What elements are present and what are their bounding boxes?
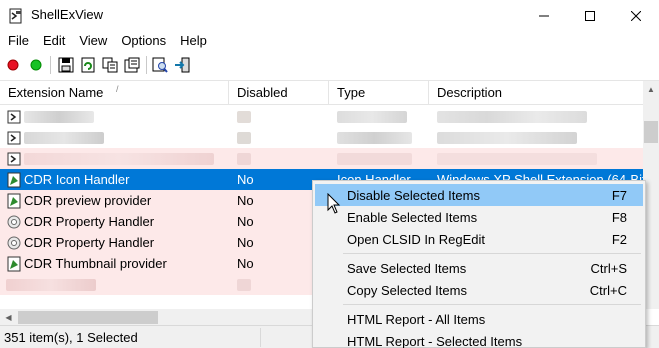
toolbar-separator <box>50 56 51 74</box>
vertical-scroll-thumb[interactable] <box>644 121 658 143</box>
blurred-text <box>337 152 412 165</box>
blurred-text <box>237 278 251 291</box>
ctx-html-report-selected-items[interactable]: HTML Report - Selected Items <box>315 330 643 348</box>
menu-edit[interactable]: Edit <box>36 31 72 51</box>
shell-extension-icon <box>6 130 22 146</box>
ctx-disable-selected-items[interactable]: Disable Selected Items F7 <box>315 184 643 206</box>
ctx-save-selected-items[interactable]: Save Selected Items Ctrl+S <box>315 257 643 279</box>
status-text: 351 item(s), 1 Selected <box>4 330 138 345</box>
refresh-icon[interactable] <box>78 55 98 75</box>
menu-bar: File Edit View Options Help <box>0 31 659 51</box>
status-separator <box>260 328 261 347</box>
blurred-text <box>237 110 251 123</box>
menu-separator <box>343 253 641 254</box>
find-icon[interactable] <box>150 55 170 75</box>
minimize-icon[interactable] <box>521 0 567 31</box>
properties-icon[interactable] <box>122 55 142 75</box>
window-title: ShellExView <box>31 7 104 22</box>
cdr-green-icon <box>6 193 22 209</box>
ctx-copy-selected-items[interactable]: Copy Selected Items Ctrl+C <box>315 279 643 301</box>
close-icon[interactable] <box>613 0 659 31</box>
mouse-cursor-icon <box>327 192 341 215</box>
red-dot-icon[interactable] <box>3 55 23 75</box>
menu-separator <box>343 304 641 305</box>
blurred-text <box>237 152 251 165</box>
toolbar <box>0 52 659 78</box>
green-dot-icon[interactable] <box>26 55 46 75</box>
blurred-text <box>437 110 587 123</box>
table-row[interactable] <box>0 127 643 148</box>
scroll-left-icon[interactable]: ◀ <box>0 309 17 325</box>
table-row[interactable] <box>0 106 643 127</box>
horizontal-scroll-thumb[interactable] <box>18 311 158 324</box>
menu-view[interactable]: View <box>72 31 114 51</box>
shell-extension-icon <box>6 109 22 125</box>
column-header-type[interactable]: Type <box>329 81 429 105</box>
list-header: Extension Name / Disabled Type Descripti… <box>0 81 643 105</box>
blurred-text <box>24 152 214 165</box>
table-row[interactable] <box>0 148 643 169</box>
blurred-text <box>337 131 412 144</box>
shell-extension-icon <box>6 151 22 167</box>
menu-file[interactable]: File <box>0 31 36 51</box>
ctx-html-report-all-items[interactable]: HTML Report - All Items <box>315 308 643 330</box>
row-name: CDR Thumbnail provider <box>24 256 167 271</box>
toolbar-separator <box>146 56 147 74</box>
cdr-green-icon <box>6 256 22 272</box>
ctx-enable-selected-items[interactable]: Enable Selected Items F8 <box>315 206 643 228</box>
blurred-text <box>337 110 407 123</box>
sort-indicator: / <box>116 84 119 94</box>
blurred-text <box>437 131 577 144</box>
blurred-text <box>24 131 104 144</box>
row-name: CDR Property Handler <box>24 214 155 229</box>
blurred-text <box>24 110 94 123</box>
row-name: CDR Icon Handler <box>24 172 130 187</box>
save-icon[interactable] <box>56 55 76 75</box>
row-name: CDR preview provider <box>24 193 152 208</box>
title-bar: ShellExView <box>0 0 659 31</box>
app-icon <box>8 8 24 24</box>
gear-handler-icon <box>6 235 22 251</box>
exit-icon[interactable] <box>172 55 192 75</box>
row-name: CDR Property Handler <box>24 235 155 250</box>
ctx-open-clsid-in-regedit[interactable]: Open CLSID In RegEdit F2 <box>315 228 643 250</box>
copy-icon[interactable] <box>100 55 120 75</box>
gear-handler-icon <box>6 214 22 230</box>
maximize-icon[interactable] <box>567 0 613 31</box>
menu-help[interactable]: Help <box>173 31 214 51</box>
column-header-disabled[interactable]: Disabled <box>229 81 329 105</box>
scroll-up-icon[interactable]: ▲ <box>643 81 659 98</box>
blurred-text <box>6 278 96 291</box>
blurred-text <box>437 152 597 165</box>
column-header-description[interactable]: Description <box>429 81 643 105</box>
context-menu: Disable Selected Items F7 Enable Selected… <box>312 180 646 348</box>
cdr-green-icon <box>6 172 22 188</box>
menu-options[interactable]: Options <box>114 31 173 51</box>
blurred-text <box>237 131 251 144</box>
column-header-extension-name[interactable]: Extension Name / <box>0 81 229 105</box>
